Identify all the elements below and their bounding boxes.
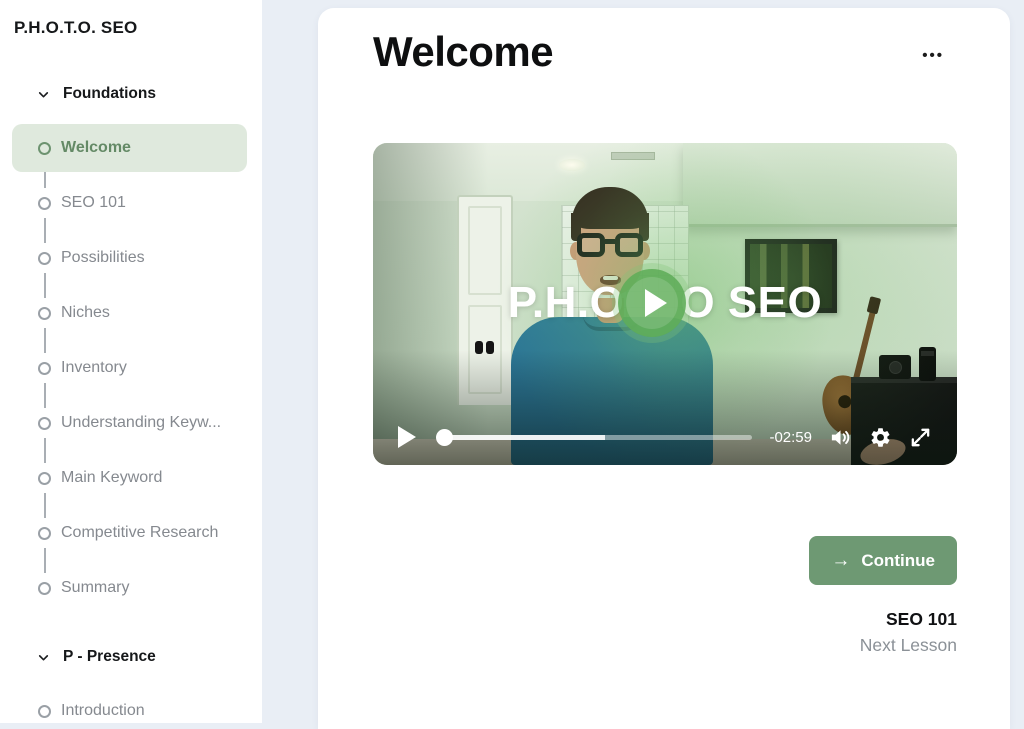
lesson-status-circle-icon: [38, 251, 51, 265]
sidebar-item-label: Summary: [61, 579, 130, 596]
lesson-status-circle-icon: [38, 416, 51, 430]
sidebar-item-understanding-keywords[interactable]: Understanding Keyw...: [12, 408, 247, 438]
volume-icon[interactable]: [829, 426, 852, 449]
lesson-card: Welcome ••• P.H.O O SEO -02:59 → Continu…: [318, 8, 1010, 729]
timeline-connector: [43, 328, 46, 353]
lesson-status-circle-icon: [38, 141, 51, 155]
lesson-status-circle-icon: [38, 196, 51, 210]
sidebar-item-label: Niches: [61, 304, 110, 321]
chevron-down-icon: [38, 654, 49, 660]
timeline-connector: [43, 438, 46, 463]
video-title-right: O SEO: [680, 278, 823, 327]
next-lesson-subtitle: Next Lesson: [859, 635, 957, 655]
play-icon: [644, 289, 667, 317]
lesson-status-circle-icon: [38, 526, 51, 540]
video-overlay-title: P.H.O O SEO: [373, 269, 957, 337]
chevron-down-icon: [38, 91, 49, 97]
arrow-right-icon: →: [831, 550, 851, 571]
sidebar-item-possibilities[interactable]: Possibilities: [12, 243, 247, 273]
timeline-connector: [43, 493, 46, 518]
play-overlay-button[interactable]: [618, 269, 687, 337]
sidebar-item-introduction[interactable]: Introduction: [12, 696, 247, 723]
progress-knob[interactable]: [436, 428, 453, 446]
sidebar-item-label: Understanding Keyw...: [61, 414, 222, 431]
video-progress-bar[interactable]: [436, 428, 753, 446]
sidebar-item-label: Possibilities: [61, 249, 145, 266]
sidebar-item-main-keyword[interactable]: Main Keyword: [12, 463, 247, 493]
section-header-foundations[interactable]: Foundations: [37, 85, 262, 103]
sidebar-item-niches[interactable]: Niches: [12, 298, 247, 328]
course-sidebar: P.H.O.T.O. SEO Foundations Welcome SEO 1…: [0, 0, 262, 723]
sidebar-item-competitive-research[interactable]: Competitive Research: [12, 518, 247, 548]
page-title: Welcome: [373, 28, 554, 75]
timeline-connector: [43, 383, 46, 408]
lesson-status-circle-icon: [38, 361, 51, 375]
timeline-connector: [43, 548, 46, 573]
sidebar-item-label: Main Keyword: [61, 469, 163, 486]
sidebar-item-welcome[interactable]: Welcome: [12, 124, 247, 172]
video-title-left: P.H.O: [507, 278, 625, 327]
lesson-status-circle-icon: [38, 471, 51, 485]
fullscreen-icon[interactable]: [909, 426, 932, 449]
play-icon[interactable]: [398, 426, 416, 448]
section-label: P - Presence: [63, 648, 156, 665]
timeline-connector: [43, 218, 46, 243]
sidebar-item-label: Inventory: [61, 359, 127, 376]
section-header-p-presence[interactable]: P - Presence: [37, 648, 262, 666]
lesson-status-circle-icon: [38, 306, 51, 320]
lesson-list-foundations: Welcome SEO 101 Possibilities Niches Inv…: [0, 124, 262, 603]
settings-gear-icon[interactable]: [869, 426, 892, 449]
timeline-connector: [43, 273, 46, 298]
sidebar-item-label: Introduction: [61, 702, 145, 719]
video-player[interactable]: P.H.O O SEO -02:59: [373, 143, 957, 465]
lesson-status-circle-icon: [38, 581, 51, 595]
next-lesson-title: SEO 101: [885, 609, 957, 629]
lesson-status-circle-icon: [38, 704, 51, 718]
time-remaining: -02:59: [769, 428, 812, 446]
sidebar-item-summary[interactable]: Summary: [12, 573, 247, 603]
ellipsis-menu-icon[interactable]: •••: [922, 48, 944, 63]
continue-button-label: Continue: [861, 550, 935, 570]
sidebar-item-inventory[interactable]: Inventory: [12, 353, 247, 383]
lesson-list-p-presence: Introduction: [0, 696, 262, 723]
video-controls-bar: -02:59: [373, 409, 957, 465]
sidebar-item-label: Competitive Research: [61, 524, 219, 541]
sidebar-item-label: SEO 101: [61, 194, 126, 211]
sidebar-item-label: Welcome: [61, 139, 131, 156]
section-label: Foundations: [63, 85, 156, 102]
sidebar-item-seo-101[interactable]: SEO 101: [12, 188, 247, 218]
course-title: P.H.O.T.O. SEO: [14, 18, 138, 37]
continue-button[interactable]: → Continue: [809, 536, 957, 585]
